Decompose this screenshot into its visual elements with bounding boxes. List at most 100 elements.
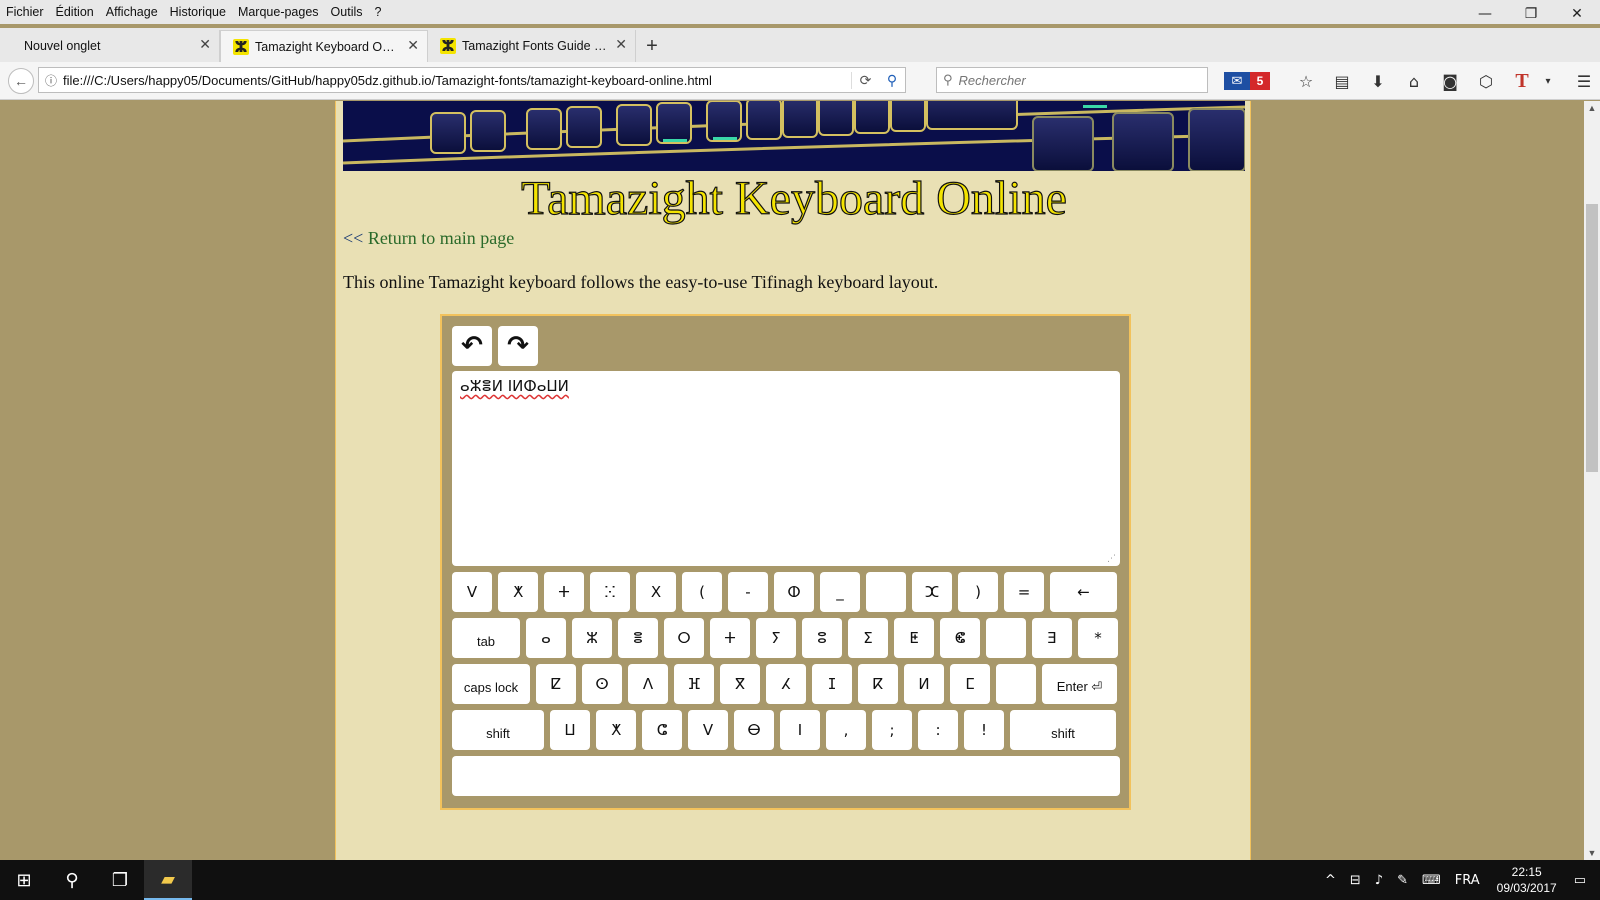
keyboard-key[interactable]: ⴸ (688, 710, 728, 750)
keyboard-icon[interactable]: ⌨ (1415, 873, 1448, 888)
notifications-icon[interactable]: ▭ (1567, 873, 1600, 888)
pen-icon[interactable]: ✎ (1390, 873, 1415, 888)
keyboard-key[interactable]: ⴽ (858, 664, 898, 704)
tab-new-tab[interactable]: Nouvel onglet ✕ (12, 30, 220, 62)
mail-icon[interactable]: ✉ (1224, 72, 1250, 90)
extension-icon[interactable]: ⬡ (1468, 72, 1504, 91)
windows-start-icon[interactable]: ⊞ (0, 860, 48, 900)
keyboard-key[interactable]: , (826, 710, 866, 750)
keyboard-key[interactable]: - (728, 572, 768, 612)
keyboard-key[interactable]: ⵓ (802, 618, 842, 658)
download-icon[interactable]: ⬇ (1360, 72, 1396, 91)
url-text[interactable]: file:///C:/Users/happy05/Documents/GitHu… (63, 73, 851, 88)
menu-historique[interactable]: Historique (164, 5, 232, 19)
keyboard-key[interactable]: ⴳ (720, 664, 760, 704)
scroll-thumb[interactable] (1586, 204, 1598, 472)
hamburger-menu-icon[interactable]: ☰ (1566, 72, 1600, 91)
dropdown-arrow-icon[interactable]: ▾ (1540, 76, 1556, 87)
reload-icon[interactable]: ⟳ (851, 71, 879, 89)
search-go-icon[interactable]: ⚲ (879, 72, 905, 89)
search-input[interactable] (958, 72, 1189, 88)
keyboard-key[interactable]: ⵉ (848, 618, 888, 658)
bookmark-star-icon[interactable]: ☆ (1288, 72, 1324, 91)
info-icon[interactable]: ⓘ (39, 72, 63, 89)
keyboard-key[interactable]: ⵝ (636, 572, 676, 612)
tifinagh-text-area[interactable]: ⴰⵣⴻⵍ ⵏⵍⵀⴰⵡⵍ ⋰ (452, 371, 1120, 566)
keyboard-key[interactable]: ⴸ (452, 572, 492, 612)
return-to-main-page-link[interactable]: Return to main page (368, 228, 514, 248)
reading-list-icon[interactable]: ▤ (1324, 72, 1360, 91)
keyboard-key[interactable]: ( (682, 572, 722, 612)
keyboard-key[interactable]: ⵜ (710, 618, 750, 658)
file-explorer-icon[interactable]: ▰ (144, 860, 192, 900)
clock[interactable]: 22:15 09/03/2017 (1487, 864, 1567, 896)
tab-tamazight-keyboard[interactable]: ⵣ Tamazight Keyboard Onli... ✕ (220, 30, 428, 62)
task-view-icon[interactable]: ❐ (96, 860, 144, 900)
tab-tamazight-fonts-guide[interactable]: ⵣ Tamazight Fonts Guide - ... ✕ (428, 30, 636, 62)
close-window-button[interactable]: ✕ (1554, 0, 1600, 28)
search-icon[interactable]: ⚲ (48, 860, 96, 900)
keyboard-key[interactable]: ⵅ (596, 710, 636, 750)
keyboard-key[interactable]: ⵟ (894, 618, 934, 658)
keyboard-key[interactable]: ⵡ (550, 710, 590, 750)
keyboard-key[interactable] (866, 572, 906, 612)
resize-grip-icon[interactable]: ⋰ (1107, 554, 1116, 564)
keyboard-key[interactable] (996, 664, 1036, 704)
keyboard-key[interactable]: ⴱ (734, 710, 774, 750)
scroll-down-icon[interactable]: ▼ (1584, 848, 1600, 858)
menu-help[interactable]: ? (369, 5, 388, 19)
keyboard-key[interactable]: caps lock (452, 664, 530, 704)
restore-button[interactable]: ❐ (1508, 0, 1554, 28)
network-icon[interactable]: ⊟ (1343, 873, 1368, 888)
keyboard-key[interactable]: shift (452, 710, 544, 750)
language-indicator[interactable]: FRA (1448, 873, 1487, 888)
keyboard-key[interactable]: ⵎ (950, 664, 990, 704)
undo-button[interactable]: ↶ (452, 326, 492, 366)
keyboard-key[interactable] (986, 618, 1026, 658)
keyboard-key[interactable]: ⵣ (572, 618, 612, 658)
pocket-icon[interactable]: ◙ (1432, 72, 1468, 91)
keyboard-key[interactable]: ⵀ (774, 572, 814, 612)
keyboard-key[interactable]: ⴷ (628, 664, 668, 704)
keyboard-key[interactable]: ! (964, 710, 1004, 750)
vertical-scrollbar[interactable]: ▲ ▼ (1584, 101, 1600, 860)
keyboard-key[interactable]: tab (452, 618, 520, 658)
keyboard-key[interactable]: ⴺ (1032, 618, 1072, 658)
keyboard-key[interactable]: ⴰ (526, 618, 566, 658)
menu-edition[interactable]: Édition (50, 5, 100, 19)
keyboard-key[interactable]: ⵏ (780, 710, 820, 750)
keyboard-key[interactable]: ⵞ (940, 618, 980, 658)
keyboard-key[interactable]: ⵅ (498, 572, 538, 612)
new-tab-button[interactable]: + (636, 30, 668, 62)
menu-affichage[interactable]: Affichage (100, 5, 164, 19)
keyboard-key[interactable]: _ (820, 572, 860, 612)
keyboard-key[interactable]: : (918, 710, 958, 750)
keyboard-key[interactable]: ⵙ (582, 664, 622, 704)
volume-icon[interactable]: ♪ (1368, 873, 1390, 888)
keyboard-key[interactable]: ⴼ (674, 664, 714, 704)
translate-extension-icon[interactable]: T (1504, 70, 1540, 93)
keyboard-key[interactable]: ⵍ (904, 664, 944, 704)
keyboard-key[interactable]: ⵢ (756, 618, 796, 658)
keyboard-key[interactable]: ⵊ (812, 664, 852, 704)
keyboard-key[interactable]: ⵃ (766, 664, 806, 704)
menu-fichier[interactable]: Fichier (0, 5, 50, 19)
keyboard-key[interactable]: ⵛ (642, 710, 682, 750)
keyboard-key[interactable]: ⵇ (536, 664, 576, 704)
keyboard-key[interactable]: ← (1050, 572, 1117, 612)
tray-chevron-icon[interactable]: ^ (1318, 873, 1343, 888)
redo-button[interactable]: ↷ (498, 326, 538, 366)
keyboard-key[interactable]: shift (1010, 710, 1116, 750)
search-box[interactable]: ⚲ (936, 67, 1208, 93)
keyboard-key[interactable]: = (1004, 572, 1044, 612)
keyboard-key[interactable]: ⵔ (664, 618, 704, 658)
home-icon[interactable]: ⌂ (1396, 72, 1432, 91)
scroll-up-icon[interactable]: ▲ (1584, 103, 1600, 113)
keyboard-key[interactable]: ; (872, 710, 912, 750)
keyboard-key[interactable]: ⵋ (912, 572, 952, 612)
minimize-button[interactable]: — (1462, 0, 1508, 28)
keyboard-key[interactable]: Enter ⏎ (1042, 664, 1117, 704)
keyboard-key[interactable]: * (1078, 618, 1118, 658)
keyboard-key[interactable]: ⴻ (618, 618, 658, 658)
close-icon[interactable]: ✕ (199, 37, 211, 53)
